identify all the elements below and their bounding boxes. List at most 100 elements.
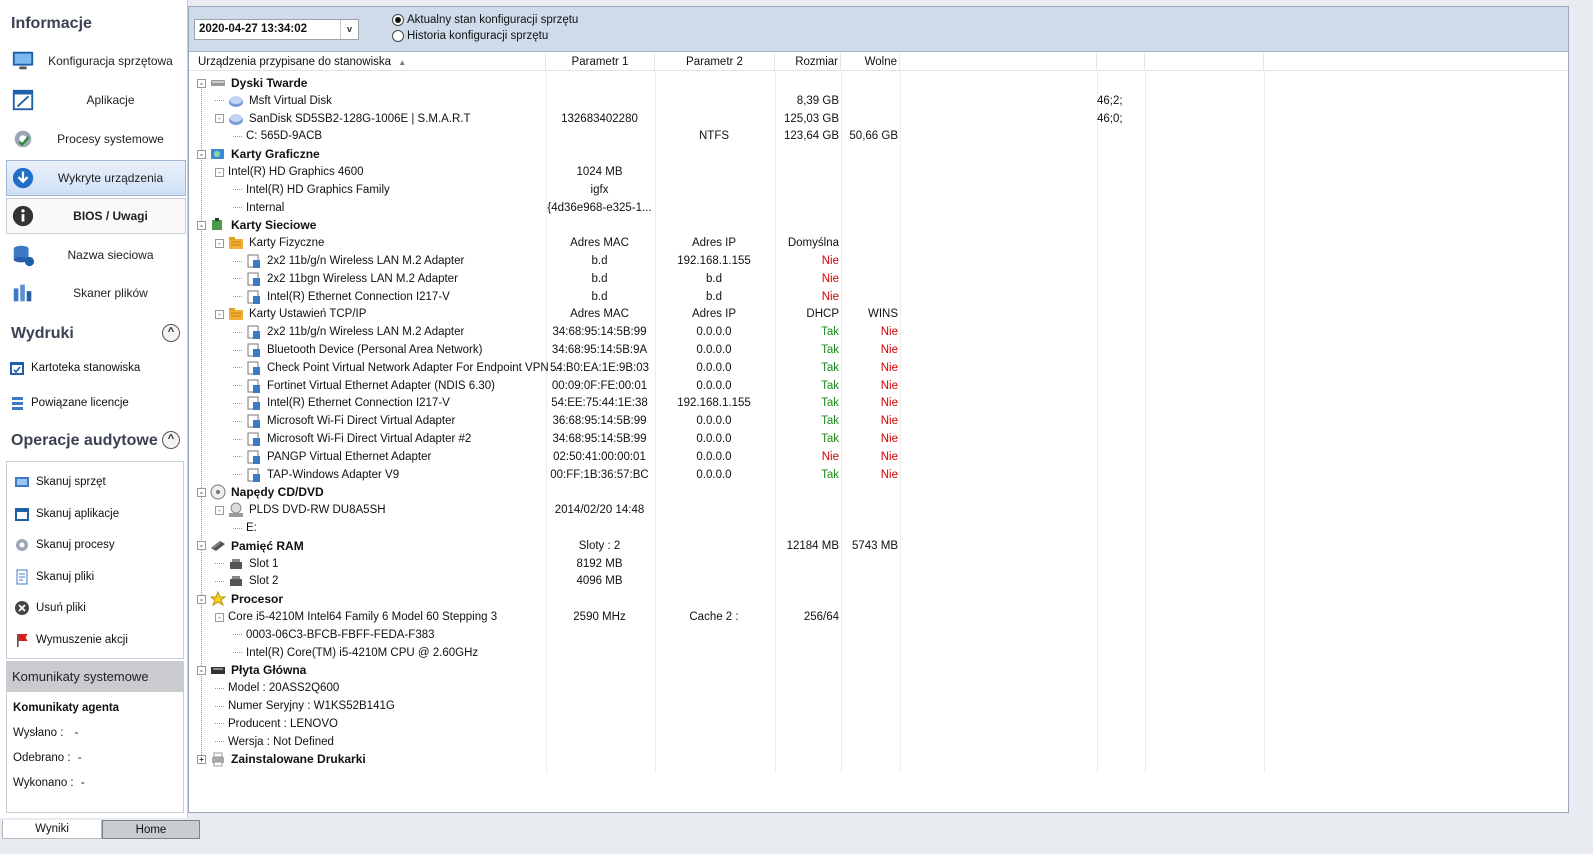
tree-row[interactable]: Intel(R) Core(TM) i5-4210M CPU @ 2.60GHz <box>189 644 1289 662</box>
print-item-1[interactable]: Powiązane licencje <box>8 391 182 415</box>
tree-row[interactable]: Model : 20ASS2Q600 <box>189 679 1289 697</box>
cell-c4: Nie <box>880 326 898 339</box>
cell-c3: Nie <box>821 255 839 267</box>
tree-row[interactable]: - Core i5-4210M Intel64 Family 6 Model 60… <box>189 608 1289 626</box>
collapse-wydruki-button[interactable]: ^ <box>162 324 180 342</box>
cell-c1: Sloty : 2 <box>578 539 621 552</box>
tree-row[interactable]: - Płyta Główna <box>189 661 1289 679</box>
tree-row[interactable]: - Karty Fizyczne Adres MAC Adres IP Domyślna <box>189 234 1289 252</box>
tree-row[interactable]: - Pamięć RAM Sloty : 2 12184 MB 5743 MB <box>189 537 1289 555</box>
tree-row[interactable]: 2x2 11bgn Wireless LAN M.2 Adapter b.d b.d… <box>189 270 1289 288</box>
tree-row[interactable]: PANGP Virtual Ethernet Adapter 02:50:41:0… <box>189 448 1289 466</box>
radio-selected-icon[interactable] <box>392 14 404 26</box>
tree-row[interactable]: - Procesor <box>189 590 1289 608</box>
ops-item-0[interactable]: Skanuj sprzęt <box>13 470 187 494</box>
tree-row[interactable]: Intel(R) HD Graphics Family igfx <box>189 181 1289 199</box>
tree-row[interactable]: - Napędy CD/DVD <box>189 483 1289 501</box>
tree-row[interactable]: C: 565D-9ACB NTFS 123,64 GB 50,66 GB <box>189 127 1289 145</box>
tree-node-label: Płyta Główna <box>231 663 307 678</box>
print-item-0[interactable]: Kartoteka stanowiska <box>8 356 182 380</box>
sidebar-item-bios-uwagi[interactable]: BIOS / Uwagi <box>6 198 186 234</box>
radio-history-config[interactable]: Historia konfiguracji sprzętu <box>392 30 548 42</box>
tree-row[interactable]: 2x2 11b/g/n Wireless LAN M.2 Adapter b.d 1… <box>189 252 1289 270</box>
tree-row[interactable]: Bluetooth Device (Personal Area Network)… <box>189 341 1289 359</box>
tree-row[interactable]: Numer Seryjny : W1KS52B141G <box>189 697 1289 715</box>
sidebar-item-wykryte-urz-dzenia[interactable]: Wykryte urządzenia <box>6 160 186 196</box>
adapter-icon <box>247 325 260 340</box>
col-header-param1[interactable]: Parametr 1 <box>546 53 655 71</box>
tree-row[interactable]: Producent : LENOVO <box>189 715 1289 733</box>
tree-line <box>233 652 242 654</box>
tree-line <box>233 207 242 209</box>
scan-apps-icon <box>15 507 29 521</box>
ops-item-2[interactable]: Skanuj procesy <box>13 533 187 557</box>
tree-node: Slot 1 <box>215 555 278 573</box>
collapse-operacje-button[interactable]: ^ <box>162 431 180 449</box>
tree-row[interactable]: Intel(R) Ethernet Connection I217-V b.d b.… <box>189 288 1289 306</box>
tree-row[interactable]: Msft Virtual Disk 8,39 GB 46;2; <box>189 92 1289 110</box>
sidebar-item-label: Nazwa sieciowa <box>67 248 154 262</box>
tree-line <box>201 87 202 151</box>
gear-process-icon <box>10 126 36 152</box>
col-header-param2[interactable]: Parametr 2 <box>655 53 775 71</box>
tree-row[interactable]: TAP-Windows Adapter V9 00:FF:1B:36:57:BC 0… <box>189 466 1289 484</box>
cell-c2: 0.0.0.0 <box>696 433 732 445</box>
radio-current-config[interactable]: Aktualny stan konfiguracji sprzętu <box>392 14 578 26</box>
tab-wyniki[interactable]: Wyniki <box>2 820 102 839</box>
collapse-icon[interactable]: - <box>215 167 224 177</box>
tree-connector <box>233 189 246 191</box>
tree-row[interactable]: - SanDisk SD5SB2-128G-1006E | S.M.A.R.T 13… <box>189 110 1289 128</box>
tree-row[interactable]: Wersja : Not Defined <box>189 733 1289 751</box>
chevron-down-icon[interactable]: v <box>340 20 358 39</box>
tree-connector <box>233 420 246 422</box>
cell-c3: Tak <box>821 433 839 445</box>
tree-row[interactable]: - PLDS DVD-RW DU8A5SH 2014/02/20 14:48 <box>189 501 1289 519</box>
tree-row[interactable]: - Karty Graficzne <box>189 145 1289 163</box>
tree-node: Slot 2 <box>215 572 278 590</box>
datetime-dropdown[interactable]: 2020-04-27 13:34:02 v <box>194 19 359 40</box>
collapse-icon[interactable]: - <box>215 114 224 124</box>
gear-process-icon <box>14 130 32 148</box>
sidebar-item-label: Konfiguracja sprzętowa <box>48 54 173 68</box>
tree-row[interactable]: + Zainstalowane Drukarki <box>189 750 1289 768</box>
tree-row[interactable]: E: <box>189 519 1289 537</box>
tree-row[interactable]: Fortinet Virtual Ethernet Adapter (NDIS … <box>189 377 1289 395</box>
tree-row[interactable]: 0003-06C3-BFCB-FBFF-FEDA-F383 <box>189 626 1289 644</box>
ops-item-1[interactable]: Skanuj aplikacje <box>13 502 187 526</box>
collapse-icon[interactable]: - <box>215 238 224 248</box>
collapse-icon[interactable]: - <box>215 309 224 319</box>
tree-row[interactable]: Check Point Virtual Network Adapter For … <box>189 359 1289 377</box>
tree-row[interactable]: Slot 2 4096 MB <box>189 572 1289 590</box>
col-header-free[interactable]: Wolne <box>841 53 900 71</box>
sidebar-item-konfiguracja-sprz-towa[interactable]: Konfiguracja sprzętowa <box>6 43 186 79</box>
tree-row[interactable]: - Karty Ustawień TCP/IP Adres MAC Adres IP D… <box>189 305 1289 323</box>
collapse-icon[interactable]: - <box>215 612 224 622</box>
collapse-icon[interactable]: - <box>215 505 224 515</box>
col-header-size[interactable]: Rozmiar <box>775 53 841 71</box>
tree-row[interactable]: Internal {4d36e968-e325-1... <box>189 199 1289 217</box>
col-header-devices[interactable]: Urządzenia przypisane do stanowiska ▲ <box>189 53 546 71</box>
tree-node: Fortinet Virtual Ethernet Adapter (NDIS … <box>233 377 495 395</box>
ops-item-5[interactable]: Wymuszenie akcji <box>13 628 187 652</box>
tree-row[interactable]: Slot 1 8192 MB <box>189 555 1289 573</box>
expand-icon[interactable]: + <box>197 754 206 764</box>
tree-line <box>233 456 242 458</box>
radio-unselected-icon[interactable] <box>392 30 404 42</box>
tree-row[interactable]: - Karty Sieciowe <box>189 216 1289 234</box>
sidebar-item-procesy-systemowe[interactable]: Procesy systemowe <box>6 121 186 157</box>
ops-item-3[interactable]: Skanuj pliki <box>13 565 187 589</box>
tree-row[interactable]: Intel(R) Ethernet Connection I217-V 54:EE… <box>189 394 1289 412</box>
ops-item-4[interactable]: Usuń pliki <box>13 596 187 620</box>
tree-row[interactable]: 2x2 11b/g/n Wireless LAN M.2 Adapter 34:6… <box>189 323 1289 341</box>
tab-home[interactable]: Home <box>102 820 200 839</box>
sidebar-item-skaner-plik-w[interactable]: Skaner plików <box>6 275 186 311</box>
tree-row[interactable]: Microsoft Wi-Fi Direct Virtual Adapter 36… <box>189 412 1289 430</box>
sidebar-item-aplikacje[interactable]: Aplikacje <box>6 82 186 118</box>
cell-c3: 123,64 GB <box>784 130 839 143</box>
tree-row[interactable]: - Intel(R) HD Graphics 4600 1024 MB <box>189 163 1289 181</box>
sort-ascending-icon: ▲ <box>398 58 407 67</box>
tree-row[interactable]: - Dyski Twarde <box>189 74 1289 92</box>
tree-node: Model : 20ASS2Q600 <box>215 679 339 697</box>
sidebar-item-nazwa-sieciowa[interactable]: Nazwa sieciowa <box>6 237 186 273</box>
tree-row[interactable]: Microsoft Wi-Fi Direct Virtual Adapter #… <box>189 430 1289 448</box>
